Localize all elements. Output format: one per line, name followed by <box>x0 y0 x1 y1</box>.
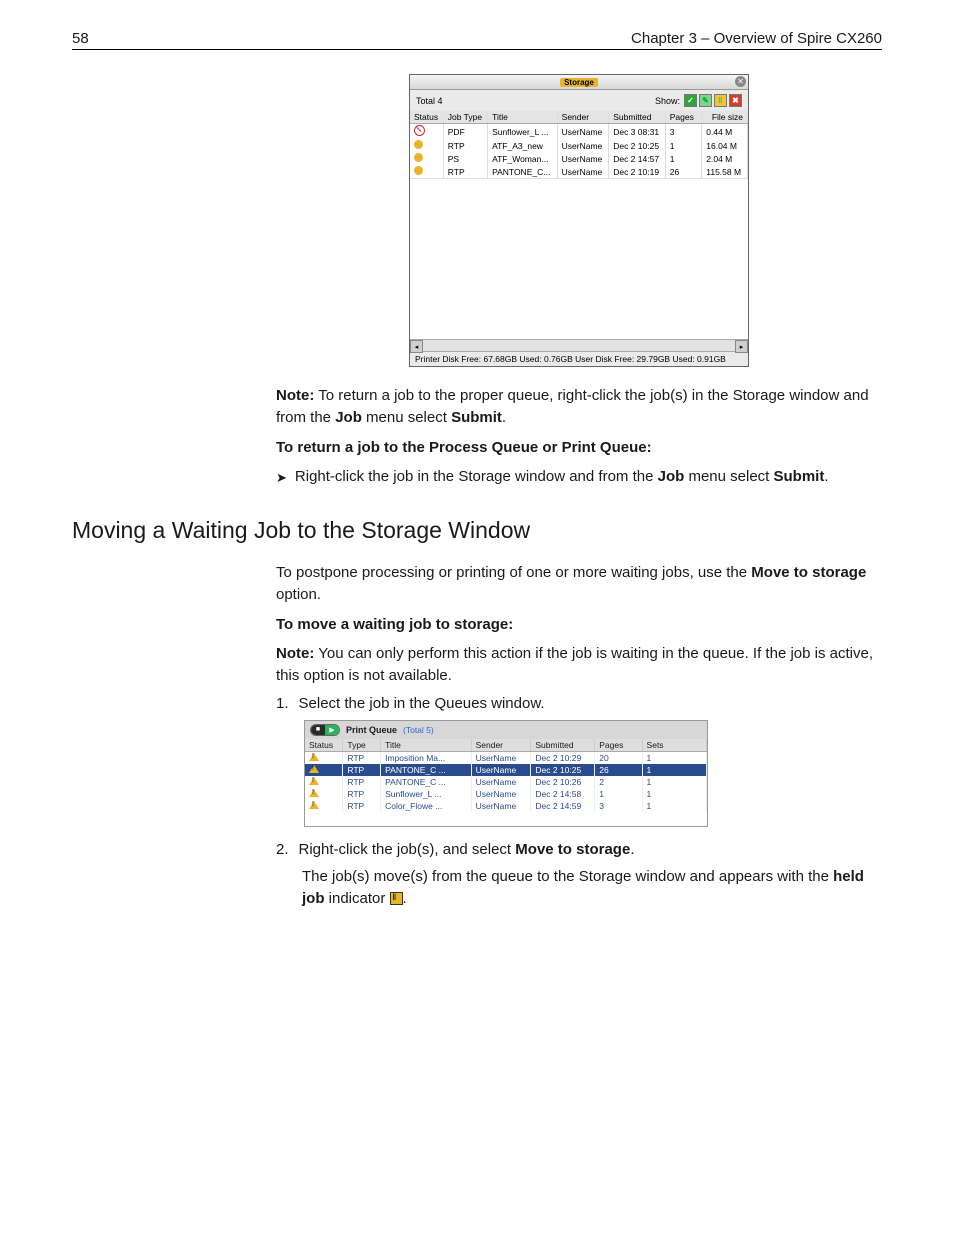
section-heading-moving: Moving a Waiting Job to the Storage Wind… <box>72 517 882 544</box>
storage-statusbar: Printer Disk Free: 67.68GB Used: 0.76GB … <box>410 351 748 366</box>
qcol-sender[interactable]: Sender <box>471 739 531 752</box>
col-status[interactable]: Status <box>410 111 443 124</box>
note-waiting-only: Note: You can only perform this action i… <box>276 643 882 687</box>
held-job-icon <box>390 892 403 905</box>
procedure-heading-move: To move a waiting job to storage: <box>276 614 882 636</box>
queue-count: (Total 5) <box>403 725 434 735</box>
storage-total: Total 4 <box>416 96 443 106</box>
filter-held-icon[interactable]: ‖ <box>714 94 727 107</box>
table-row[interactable]: RTPATF_A3_newUserNameDec 2 10:25116.04 M <box>410 139 748 152</box>
storage-table: Status Job Type Title Sender Submitted P… <box>410 111 748 178</box>
col-submitted[interactable]: Submitted <box>609 111 666 124</box>
note-label: Note: <box>276 645 314 662</box>
bullet-return-job: ➤ Right-click the job in the Storage win… <box>276 468 882 489</box>
queue-header: ■ ▶ Print Queue (Total 5) <box>305 721 707 739</box>
procedure-heading-return: To return a job to the Process Queue or … <box>276 437 882 459</box>
scroll-right-icon[interactable]: ▸ <box>735 340 748 353</box>
intro-paragraph: To postpone processing or printing of on… <box>276 562 882 606</box>
scroll-left-icon[interactable]: ◂ <box>410 340 423 353</box>
warning-icon <box>309 753 319 761</box>
storage-window: Storage ✕ Total 4 Show: ✓ ✎ ‖ ✖ Status J… <box>409 74 749 367</box>
col-title[interactable]: Title <box>488 111 558 124</box>
qcol-type[interactable]: Type <box>343 739 381 752</box>
col-pages[interactable]: Pages <box>665 111 701 124</box>
qcol-sets[interactable]: Sets <box>642 739 706 752</box>
table-row[interactable]: PSATF_Woman...UserNameDec 2 14:5712.04 M <box>410 152 748 165</box>
storage-scrollbar[interactable]: ◂ ▸ <box>410 339 748 351</box>
step-number: 2. <box>276 841 289 858</box>
chapter-title: Chapter 3 – Overview of Spire CX260 <box>631 30 882 47</box>
qcol-status[interactable]: Status <box>305 739 343 752</box>
note-return-job: Note: To return a job to the proper queu… <box>276 385 882 429</box>
note-label: Note: <box>276 387 314 404</box>
col-sender[interactable]: Sender <box>557 111 609 124</box>
filter-completed-icon[interactable]: ✓ <box>684 94 697 107</box>
step-1: 1. Select the job in the Queues window. <box>276 695 882 712</box>
table-row[interactable]: RTPSunflower_L ...UserNameDec 2 14:5811 <box>305 788 707 800</box>
queue-table: Status Type Title Sender Submitted Pages… <box>305 739 707 812</box>
status-icon <box>414 153 423 162</box>
table-row[interactable]: PDFSunflower_L ...UserNameDec 3 08:3130.… <box>410 124 748 140</box>
storage-table-header: Status Job Type Title Sender Submitted P… <box>410 111 748 124</box>
storage-toolbar: Total 4 Show: ✓ ✎ ‖ ✖ <box>410 90 748 111</box>
storage-empty-area <box>410 178 748 339</box>
storage-titlebar: Storage ✕ <box>410 75 748 90</box>
step-2: 2. Right-click the job(s), and select Mo… <box>276 841 882 858</box>
page-header: 58 Chapter 3 – Overview of Spire CX260 <box>72 30 882 50</box>
qcol-title[interactable]: Title <box>381 739 471 752</box>
queue-control-buttons: ■ ▶ <box>310 724 340 736</box>
col-filesize[interactable]: File size <box>702 111 748 124</box>
table-row[interactable]: RTPImposition Ma...UserNameDec 2 10:2920… <box>305 751 707 764</box>
page-number: 58 <box>72 30 89 47</box>
filter-failed-icon[interactable]: ✖ <box>729 94 742 107</box>
print-queue-window: ■ ▶ Print Queue (Total 5) Status Type Ti… <box>304 720 708 827</box>
warning-icon <box>309 777 319 785</box>
queue-title: Print Queue <box>346 725 397 735</box>
status-icon <box>414 140 423 149</box>
warning-icon <box>309 789 319 797</box>
play-icon[interactable]: ▶ <box>325 725 339 735</box>
queue-empty-area <box>305 812 707 826</box>
table-row[interactable]: RTPColor_Flowe ...UserNameDec 2 14:5931 <box>305 800 707 812</box>
col-jobtype[interactable]: Job Type <box>443 111 487 124</box>
close-icon[interactable]: ✕ <box>735 76 746 87</box>
table-row[interactable]: RTPPANTONE_C...UserNameDec 2 10:1926115.… <box>410 165 748 178</box>
stop-icon[interactable]: ■ <box>311 725 325 735</box>
bullet-icon: ➤ <box>276 468 287 489</box>
storage-filter-icons: Show: ✓ ✎ ‖ ✖ <box>655 94 742 107</box>
table-row[interactable]: RTPPANTONE_C ...UserNameDec 2 10:25261 <box>305 764 707 776</box>
step-number: 1. <box>276 695 289 712</box>
status-icon <box>414 125 425 136</box>
table-row[interactable]: RTPPANTONE_C ...UserNameDec 2 10:2621 <box>305 776 707 788</box>
show-label: Show: <box>655 96 680 106</box>
filter-edited-icon[interactable]: ✎ <box>699 94 712 107</box>
warning-icon <box>309 801 319 809</box>
warning-icon <box>309 765 319 773</box>
status-icon <box>414 166 423 175</box>
step-2-result: The job(s) move(s) from the queue to the… <box>302 866 882 910</box>
storage-title: Storage <box>560 78 598 87</box>
qcol-pages[interactable]: Pages <box>595 739 642 752</box>
qcol-submitted[interactable]: Submitted <box>531 739 595 752</box>
queue-table-header: Status Type Title Sender Submitted Pages… <box>305 739 707 752</box>
